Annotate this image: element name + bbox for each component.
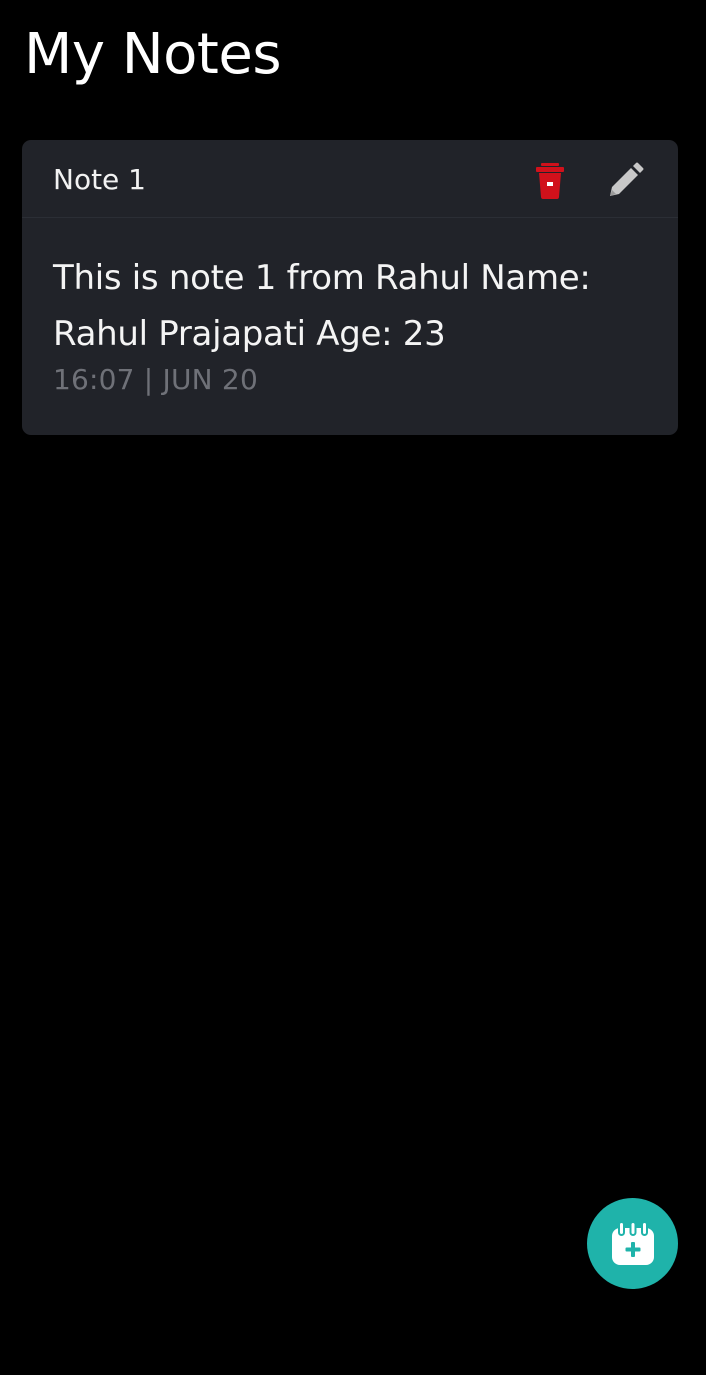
add-note-button[interactable] — [587, 1198, 678, 1289]
calendar-add-icon — [611, 1220, 654, 1265]
edit-note-button[interactable] — [604, 160, 646, 202]
delete-note-button[interactable] — [529, 160, 571, 202]
trash-icon — [536, 163, 564, 199]
note-title: Note 1 — [53, 163, 146, 196]
pencil-icon — [610, 162, 644, 196]
note-header: Note 1 — [22, 140, 678, 218]
note-card[interactable]: Note 1 This is note 1 from Rahul Name: R… — [22, 140, 678, 435]
note-timestamp: 16:07 | JUN 20 — [53, 363, 258, 396]
note-body: This is note 1 from Rahul Name: Rahul Pr… — [53, 258, 591, 354]
page-title: My Notes — [24, 22, 282, 87]
